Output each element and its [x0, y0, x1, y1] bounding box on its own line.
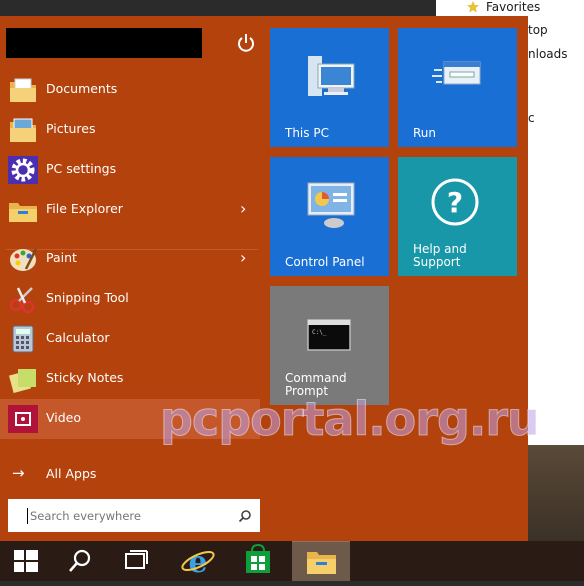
tile-this-pc[interactable]: This PC	[270, 28, 389, 147]
menu-item-file-explorer[interactable]: File Explorer ›	[0, 190, 260, 230]
tile-run[interactable]: Run	[398, 28, 517, 147]
sticky-notes-icon	[8, 365, 38, 394]
documents-folder-icon	[8, 76, 38, 104]
tile-control-panel[interactable]: Control Panel	[270, 157, 389, 276]
control-panel-icon	[304, 179, 358, 233]
command-prompt-icon: C:\_	[304, 312, 358, 366]
calculator-icon	[8, 325, 38, 353]
menu-item-calculator[interactable]: Calculator	[0, 319, 260, 359]
taskbar: e	[0, 541, 584, 581]
partial-link: c	[528, 111, 535, 125]
menu-item-pc-settings[interactable]: PC settings	[0, 150, 260, 190]
tile-command-prompt[interactable]: C:\_ Command Prompt	[270, 286, 389, 405]
search-icon[interactable]	[56, 541, 104, 581]
pictures-folder-icon	[8, 116, 38, 144]
all-apps-button[interactable]: → All Apps	[0, 456, 260, 492]
all-apps-label: All Apps	[46, 466, 97, 481]
start-menu: Documents Pictures PC settings File Expl…	[0, 16, 528, 541]
run-icon	[432, 50, 486, 104]
file-explorer-taskbar-icon[interactable]	[292, 541, 350, 581]
tile-label: Run	[413, 126, 437, 140]
power-icon[interactable]	[236, 32, 256, 54]
task-view-icon[interactable]	[112, 541, 160, 581]
menu-item-label: Sticky Notes	[46, 370, 124, 385]
gear-icon	[8, 156, 38, 184]
arrow-right-icon: →	[12, 464, 25, 482]
menu-item-documents[interactable]: Documents	[0, 70, 260, 110]
store-icon[interactable]	[234, 541, 282, 581]
star-icon	[466, 0, 480, 17]
file-explorer-icon	[8, 196, 38, 224]
menu-item-pictures[interactable]: Pictures	[0, 110, 260, 150]
search-icon[interactable]	[238, 508, 252, 527]
downloads-link[interactable]: nloads	[528, 47, 568, 61]
chevron-right-icon[interactable]: ›	[240, 248, 246, 267]
search-input[interactable]	[28, 506, 232, 526]
menu-item-paint[interactable]: Paint ›	[0, 239, 260, 279]
chevron-right-icon[interactable]: ›	[240, 199, 246, 218]
help-icon: ?	[428, 175, 482, 229]
user-account-box[interactable]	[6, 28, 202, 58]
menu-item-label: Snipping Tool	[46, 290, 129, 305]
windows-start-icon[interactable]	[2, 541, 50, 581]
menu-item-label: PC settings	[46, 161, 117, 176]
internet-explorer-icon[interactable]: e	[174, 541, 222, 581]
menu-item-label: Pictures	[46, 121, 96, 136]
menu-item-label: Calculator	[46, 330, 110, 345]
desktop-link[interactable]: top	[528, 23, 548, 37]
svg-text:C:\_: C:\_	[312, 329, 327, 336]
menu-item-label: Documents	[46, 81, 118, 96]
tile-label: This PC	[285, 126, 329, 140]
video-icon	[8, 405, 38, 433]
scissors-icon	[8, 285, 38, 314]
menu-item-label: File Explorer	[46, 201, 123, 216]
svg-text:e: e	[188, 545, 207, 580]
tile-label: Control Panel	[285, 255, 365, 269]
favorites-link[interactable]: Favorites	[486, 0, 540, 14]
paint-palette-icon	[8, 245, 38, 273]
menu-item-label: Video	[46, 410, 82, 425]
menu-item-snipping-tool[interactable]: Snipping Tool	[0, 279, 260, 319]
computer-icon	[304, 50, 358, 104]
menu-item-label: Paint	[46, 250, 77, 265]
tile-help-and-support[interactable]: ? Help and Support	[398, 157, 517, 276]
tile-label: Help and Support	[413, 242, 467, 269]
watermark-logo: pcportal.org.ru	[160, 392, 541, 447]
search-box[interactable]	[8, 499, 260, 532]
svg-text:?: ?	[447, 186, 463, 219]
